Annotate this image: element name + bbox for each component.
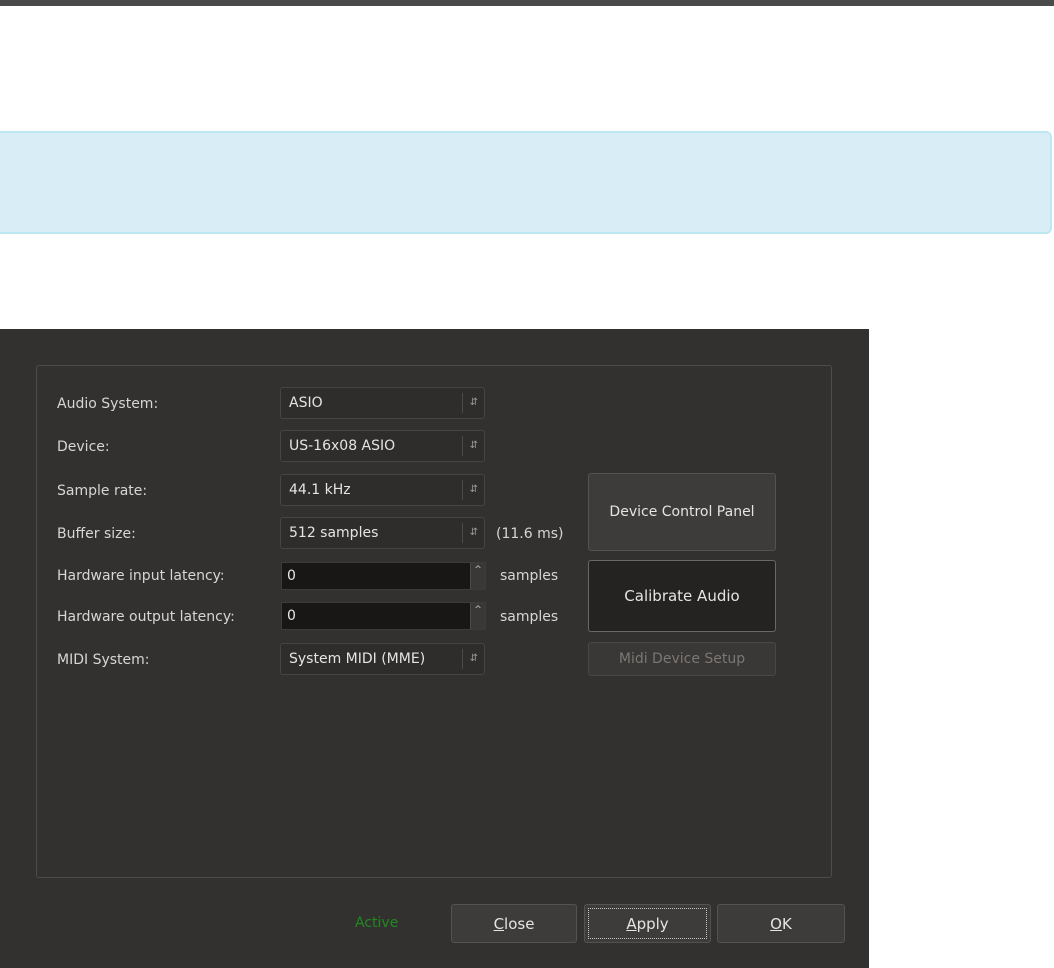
hw-input-latency-label: Hardware input latency: [57,568,225,584]
calibrate-audio-label: Calibrate Audio [624,587,740,605]
device-control-panel-label: Device Control Panel [609,504,755,520]
ok-label: OK [721,908,841,939]
apply-label: Apply [588,908,707,939]
ok-button[interactable]: OK [717,904,845,943]
buffer-size-combo[interactable]: 512 samples ⇵ [280,517,485,549]
close-mnemonic: C [493,914,505,933]
info-banner [0,131,1052,234]
buffer-size-label: Buffer size: [57,526,136,542]
combo-separator [462,436,463,456]
midi-system-value: System MIDI (MME) [289,651,426,667]
close-button[interactable]: Close [451,904,577,943]
buffer-ms-readout: (11.6 ms) [496,526,564,542]
updown-arrows-icon: ⇵ [469,653,479,664]
updown-arrows-icon: ⇵ [469,440,479,451]
hw-output-latency-value: 0 [287,608,296,624]
hw-input-latency-value: 0 [287,568,296,584]
device-combo[interactable]: US-16x08 ASIO ⇵ [280,430,485,462]
updown-arrows-icon: ⇵ [469,397,479,408]
chevron-up-icon[interactable]: ^ [470,603,485,629]
input-latency-unit: samples [500,568,559,584]
calibrate-audio-button[interactable]: Calibrate Audio [588,560,776,632]
audio-system-combo[interactable]: ASIO ⇵ [280,387,485,419]
device-label: Device: [57,439,110,455]
close-label-rest: lose [504,914,535,933]
hw-input-latency-spinbox[interactable]: 0 ^ [281,562,486,590]
apply-label-rest: pply [636,914,669,933]
device-control-panel-button[interactable]: Device Control Panel [588,473,776,551]
midi-system-label: MIDI System: [57,652,150,668]
output-latency-unit: samples [500,609,559,625]
hw-output-latency-spinbox[interactable]: 0 ^ [281,602,486,630]
midi-device-setup-label: Midi Device Setup [618,651,746,667]
ok-mnemonic: O [770,914,782,933]
combo-separator [462,393,463,413]
ok-label-rest: K [781,914,792,933]
updown-arrows-icon: ⇵ [469,527,479,538]
buffer-size-value: 512 samples [289,525,379,541]
chevron-up-icon[interactable]: ^ [470,563,485,589]
sample-rate-value: 44.1 kHz [289,482,351,498]
device-value: US-16x08 ASIO [289,438,396,454]
status-badge: Active [355,915,399,931]
sample-rate-label: Sample rate: [57,483,148,499]
audio-system-value: ASIO [289,395,323,411]
top-bar [0,0,1054,6]
apply-button[interactable]: Apply [584,904,711,943]
combo-separator [462,649,463,669]
apply-mnemonic: A [626,914,637,933]
audio-setup-dialog: Audio System: ASIO ⇵ Device: US-16x08 AS… [0,329,869,968]
close-label: Close [455,908,573,939]
updown-arrows-icon: ⇵ [469,484,479,495]
hw-output-latency-label: Hardware output latency: [57,609,235,625]
combo-separator [462,523,463,543]
audio-system-label: Audio System: [57,396,159,412]
midi-system-combo[interactable]: System MIDI (MME) ⇵ [280,643,485,675]
combo-separator [462,480,463,500]
sample-rate-combo[interactable]: 44.1 kHz ⇵ [280,474,485,506]
midi-device-setup-button[interactable]: Midi Device Setup [588,642,776,676]
